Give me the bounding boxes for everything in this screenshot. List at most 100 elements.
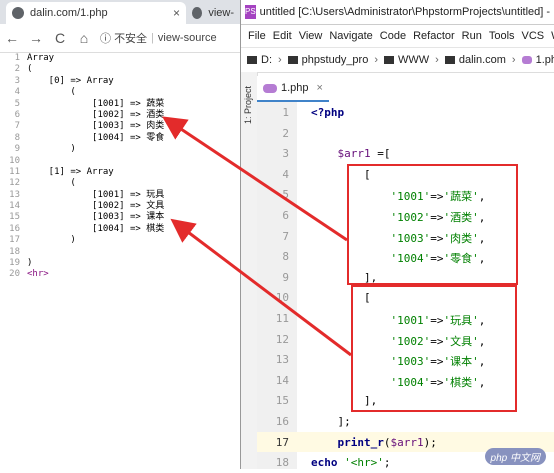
line-number: 6 [282,209,289,222]
code-text: print_r($arr1); [337,435,437,449]
globe-icon [12,7,24,19]
line-number: 8 [282,250,289,264]
line-number: 18 [275,456,289,470]
browser-tab-active[interactable]: dalin.com/1.php × [6,2,186,24]
source-text: ( [27,87,76,98]
source-text: ) [27,258,33,269]
source-text: [0] => Array [27,75,114,86]
line-number: 3 [14,75,20,86]
menu-item-tools[interactable]: Tools [489,30,515,42]
line-number: 10 [9,155,20,166]
chevron-right-icon: › [278,54,282,66]
source-text: [1002] => 酒类 [27,109,165,120]
info-icon: ⓘ [100,33,111,45]
code-line[interactable]: 2 [257,123,554,144]
address-bar[interactable]: ⓘ 不安全 | view-source [100,30,217,46]
home-icon[interactable]: ⌂ [72,30,96,46]
back-icon[interactable]: ← [0,30,24,46]
line-number: 1 [14,53,20,63]
source-line: 8 [1004] => 零食 [0,133,240,144]
breadcrumb-label: phpstudy_pro [301,54,369,66]
line-number: 13 [275,353,289,367]
line-number: 17 [9,235,20,246]
line-number: 15 [9,212,20,223]
source-text: [1001] => 蔬菜 [27,98,165,109]
line-number: 14 [9,201,20,212]
breadcrumb-item[interactable]: dalin.com › [444,54,516,66]
line-number: 5 [282,188,289,202]
line-number: 4 [14,87,20,98]
file-tab-label: 1.php [281,82,309,94]
source-line: 19) [0,258,240,269]
browser-tab-label: dalin.com/1.php [30,7,108,19]
line-number: 12 [9,178,20,189]
folder-icon [287,56,298,64]
source-text: [1004] => 棋类 [27,223,165,234]
close-icon[interactable]: × [173,6,180,20]
code-line[interactable]: 3 $arr1 =[ [257,143,554,164]
line-number: 19 [9,258,20,269]
menu-item-code[interactable]: Code [380,30,406,42]
code-line[interactable]: 16 ]; [257,411,554,432]
forward-icon[interactable]: → [24,30,48,46]
insecure-label: 不安全 [114,33,148,45]
source-line: 16 [1004] => 棋类 [0,224,240,235]
source-text: ( [27,64,33,75]
source-text: <hr> [27,269,49,280]
highlight-box-second-array [351,285,517,412]
source-text: ) [27,144,76,155]
menu-item-navigate[interactable]: Navigate [329,30,372,42]
source-line: 14 [1002] => 文具 [0,201,240,212]
source-text: [1003] => 课本 [27,212,165,223]
source-line: 12 ( [0,178,240,189]
close-icon[interactable]: × [317,82,323,94]
source-line: 17 ) [0,235,240,246]
source-text: ) [27,235,76,246]
line-number: 2 [282,126,289,140]
menu-item-view[interactable]: View [299,30,323,42]
ide-menu-bar: File Edit View Navigate Code Refactor Run Tools… [241,25,554,48]
menu-item-file[interactable]: File [248,30,266,42]
highlight-box-first-array [347,164,518,285]
breadcrumb-item[interactable]: 1.php [521,54,554,66]
line-number: 1 [282,106,289,119]
watermark-logo: php 中文网 [484,448,546,465]
reload-icon[interactable]: C [48,30,72,46]
menu-item-run[interactable]: Run [462,30,482,42]
menu-item-edit[interactable]: Edit [273,30,292,42]
line-number: 11 [9,166,20,177]
browser-tab-label: view- [208,7,234,19]
line-number: 8 [14,132,20,143]
address-text: view-source [157,32,217,44]
source-line: 13 [1001] => 玩具 [0,190,240,201]
line-number: 14 [275,373,289,387]
line-number: 7 [14,121,20,132]
source-line: 2( [0,64,240,75]
line-number: 16 [275,415,289,428]
menu-item-vcs[interactable]: VCS [522,30,545,42]
breadcrumb-label: dalin.com [458,54,506,66]
breadcrumb-item[interactable]: WWW › [384,54,439,66]
menu-item-refactor[interactable]: Refactor [413,30,455,42]
source-line: 3 [0] => Array [0,76,240,87]
project-tool-strip[interactable]: 1: Project [241,72,258,469]
line-number: 4 [282,167,289,181]
line-number: 5 [14,98,20,109]
project-label: 1: Project [243,86,253,125]
code-line[interactable]: 1 <?php [257,102,554,123]
file-tab[interactable]: 1.php × [257,76,329,102]
source-line: 4 ( [0,87,240,98]
ide-title-bar: PS untitled [C:\Users\Administrator\Phps… [241,0,554,25]
browser-tab-second[interactable]: view- [186,2,240,24]
breadcrumb-item[interactable]: phpstudy_pro › [287,54,378,66]
source-line: 7 [1003] => 肉类 [0,121,240,132]
line-number: 15 [275,394,289,408]
breadcrumb-item[interactable]: D: › [247,54,282,66]
line-number: 12 [275,332,289,346]
source-line: 6 [1002] => 酒类 [0,110,240,121]
line-number: 3 [282,147,289,161]
source-text: [1003] => 肉类 [27,121,165,132]
line-number: 9 [14,144,20,155]
source-text: ( [27,178,76,189]
line-number: 11 [275,312,289,325]
